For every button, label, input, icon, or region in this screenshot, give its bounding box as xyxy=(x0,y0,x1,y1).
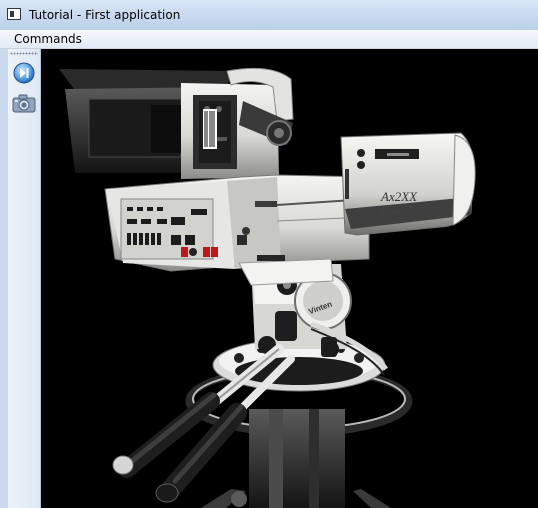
broadcast-camera-model: Vinten Ax2XX Ikegami xyxy=(59,67,476,508)
toolbar-grip[interactable] xyxy=(10,52,38,55)
lens-brand-label: Ikegami xyxy=(381,208,406,215)
app-window-icon[interactable] xyxy=(7,8,21,20)
skip-next-button[interactable] xyxy=(12,61,36,85)
title-bar[interactable]: Tutorial - First application xyxy=(0,0,538,30)
snapshot-button[interactable] xyxy=(12,91,36,115)
camera-body xyxy=(104,174,370,272)
skip-next-icon xyxy=(13,62,35,84)
menu-bar: Commands xyxy=(0,30,538,49)
viewfinder xyxy=(59,67,294,179)
vertical-toolbar xyxy=(8,49,41,508)
lens-model-label: Ax2XX xyxy=(380,189,418,204)
window-title: Tutorial - First application xyxy=(29,8,181,22)
menu-commands[interactable]: Commands xyxy=(8,30,88,48)
application-window: Tutorial - First application Commands Vi… xyxy=(0,0,538,508)
3d-viewport[interactable]: Vinten Ax2XX Ikegami xyxy=(41,49,538,508)
camera-snapshot-icon xyxy=(12,94,36,113)
camera-lens: Ax2XX Ikegami xyxy=(340,132,476,236)
